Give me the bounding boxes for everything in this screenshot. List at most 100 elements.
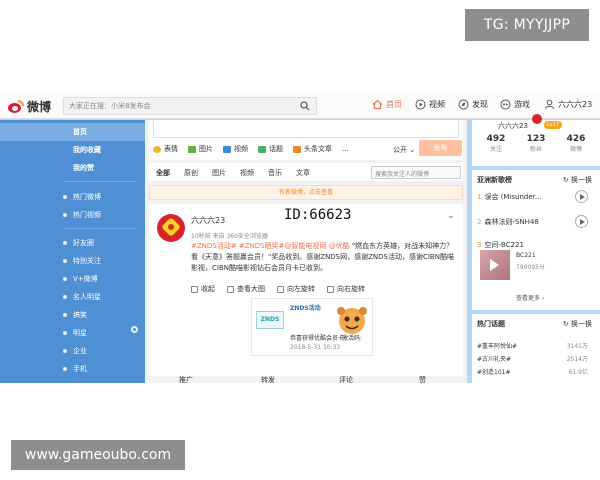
topic-item[interactable]: #创造101# — [477, 367, 511, 376]
sidebar-item-hot-weibo[interactable]: 热门微博 — [0, 188, 145, 206]
visibility-select[interactable]: 公开 ⌄ — [393, 145, 415, 155]
rotate-right-button[interactable]: 向右旋转 — [327, 284, 365, 294]
weibo-logo[interactable]: 微博 — [8, 98, 51, 115]
sidebar-item-label: 热门微博 — [73, 193, 101, 201]
album-cover[interactable] — [480, 250, 510, 280]
sidebar-item-celebrity[interactable]: 名人明星 — [0, 288, 145, 306]
feed-search-input[interactable]: 搜索我关注人的微博 — [371, 166, 461, 179]
topic-button[interactable]: 话题 — [258, 144, 283, 154]
play-icon[interactable] — [575, 190, 588, 203]
topic-value: 3141万 — [566, 343, 588, 350]
post-image[interactable]: ZNDS ZNDS活动 恭喜获得优酷会员卡 2018-5-31 10:33 激活… — [251, 298, 373, 356]
promote-button[interactable]: 推广 — [179, 375, 193, 383]
sidebar-item-label: 我的赞 — [73, 164, 94, 172]
tab-articles[interactable]: 文章 — [296, 168, 310, 178]
emoji-icon — [153, 145, 161, 153]
tab-original[interactable]: 原创 — [184, 168, 198, 178]
nav-home[interactable]: 首页 — [372, 99, 402, 110]
right-sidebar: 六六六23 Lv17 492 关注 123 粉丝 426 微博 亚洲新歌榜 ↻ 换一换… — [467, 114, 600, 383]
sidebar-item-friends[interactable]: 好友圈 — [0, 234, 145, 252]
post-meta: 10秒前 来自 360安全浏览器 — [191, 233, 268, 240]
home-icon — [372, 99, 383, 110]
collapse-button[interactable]: 收起 — [191, 284, 215, 294]
stat-value: 492 — [486, 134, 506, 144]
emoji-button[interactable]: 表情 — [153, 144, 178, 154]
zoom-icon — [227, 285, 234, 293]
more-tools-button[interactable]: ... — [342, 145, 349, 153]
avatar[interactable] — [157, 214, 185, 242]
bullet-icon — [63, 295, 67, 299]
video-button[interactable]: 视频 — [223, 144, 248, 154]
featured-plays: 790095分 — [516, 264, 545, 271]
post-card: 六六六23 ID:66623 ⌄ 10秒前 来自 360安全浏览器 #ZNDS活… — [149, 204, 463, 376]
sidebar-divider — [64, 181, 136, 182]
music-chart-title: 亚洲新歌榜 — [477, 176, 512, 184]
tab-all[interactable]: 全部 — [156, 168, 170, 178]
sidebar-item-home[interactable]: 首页 — [0, 123, 145, 141]
tab-video[interactable]: 视频 — [240, 168, 254, 178]
level-badge: Lv17 — [544, 121, 562, 129]
nav-game[interactable]: 游戏 — [500, 99, 530, 110]
action-label: 向左旋转 — [287, 285, 315, 293]
search-input[interactable]: 大家正在搜：小米8发布会 — [63, 97, 317, 115]
topic-item[interactable]: #重丰阿悦仙# — [477, 341, 517, 350]
more-link[interactable]: 查看更多 › — [516, 293, 544, 302]
post-username[interactable]: 六六六23 — [191, 215, 225, 226]
nav-discover[interactable]: 发现 — [458, 99, 488, 110]
sidebar-item-phone[interactable]: 手机 — [0, 360, 145, 378]
sidebar-item-funny[interactable]: 搞笑 — [0, 306, 145, 324]
rotate-right-icon — [327, 285, 334, 293]
sidebar-item-favorites[interactable]: 我的收藏 — [0, 141, 145, 159]
song-name: 误会 (Misunder... — [484, 193, 542, 201]
comment-button[interactable]: 评论 — [339, 375, 353, 383]
new-posts-notice[interactable]: 有新微博，点击查看 — [149, 185, 463, 200]
sidebar-item-stars[interactable]: 明星 — [0, 324, 145, 342]
topic-item[interactable]: #古川礼央# — [477, 354, 511, 363]
stat-label: 关注 — [489, 146, 502, 153]
stat-following[interactable]: 492 关注 — [478, 134, 514, 153]
stat-followers[interactable]: 123 粉丝 — [518, 134, 554, 153]
bullet-icon — [63, 213, 67, 217]
sidebar-item-enterprise[interactable]: 企业 — [0, 342, 145, 360]
like-button[interactable]: 赞 — [419, 375, 426, 383]
composer-tools: 表情 图片 视频 话题 头条文章 ... — [153, 144, 359, 154]
feed-tabs: 全部 原创 图片 视频 音乐 文章 搜索我关注人的微博 — [149, 163, 463, 182]
post-footer: 推广 转发 评论 赞 — [149, 376, 463, 383]
sidebar-item-hot-video[interactable]: 热门视频 — [0, 206, 145, 224]
sidebar-item-vplus[interactable]: V+微博 — [0, 270, 145, 288]
search-icon[interactable] — [300, 101, 310, 111]
refresh-button[interactable]: ↻ 换一换 — [563, 319, 592, 329]
view-large-button[interactable]: 查看大图 — [227, 284, 265, 294]
image-icon — [188, 145, 196, 153]
tab-music[interactable]: 音乐 — [268, 168, 282, 178]
id-overlay: ID:66623 — [284, 207, 352, 223]
nav-user[interactable]: 六六六23 — [544, 99, 592, 110]
sidebar-item-label: 名人明星 — [73, 293, 101, 301]
sidebar-item-special[interactable]: 特别关注 — [0, 252, 145, 270]
image-actions: 收起 查看大图 向左旋转 向右旋转 — [191, 284, 377, 294]
rotate-left-button[interactable]: 向左旋转 — [277, 284, 315, 294]
repost-button[interactable]: 转发 — [261, 375, 275, 383]
song-item[interactable]: 1 误会 (Misunder... — [477, 192, 542, 202]
game-icon — [500, 99, 511, 110]
play-icon[interactable] — [575, 215, 588, 228]
publish-button[interactable]: 发布 — [419, 140, 462, 156]
stat-posts[interactable]: 426 微博 — [558, 134, 594, 153]
avatar[interactable] — [532, 114, 542, 124]
song-item[interactable]: 2 森林法则-SNH48 — [477, 217, 539, 227]
chevron-down-icon[interactable]: ⌄ — [447, 211, 455, 221]
song-item[interactable]: 3 空间-BC221 — [477, 240, 524, 250]
profile-name[interactable]: 六六六23 — [498, 121, 528, 131]
compose-textarea[interactable] — [153, 120, 459, 138]
image-button[interactable]: 图片 — [188, 144, 213, 154]
sidebar-item-likes[interactable]: 我的赞 — [0, 159, 145, 177]
nav-video[interactable]: 视频 — [415, 99, 445, 110]
article-button[interactable]: 头条文章 — [293, 144, 332, 154]
rotate-left-icon — [277, 285, 284, 293]
search-placeholder: 大家正在搜：小米8发布会 — [69, 102, 151, 110]
sidebar-item-label: 特别关注 — [73, 257, 101, 265]
refresh-button[interactable]: ↻ 换一换 — [563, 175, 592, 185]
post-tags[interactable]: #ZNDS活动# #ZNDS晒奖#@智能电视网 @优酷 — [191, 242, 350, 250]
bullet-icon — [63, 259, 67, 263]
tab-images[interactable]: 图片 — [212, 168, 226, 178]
